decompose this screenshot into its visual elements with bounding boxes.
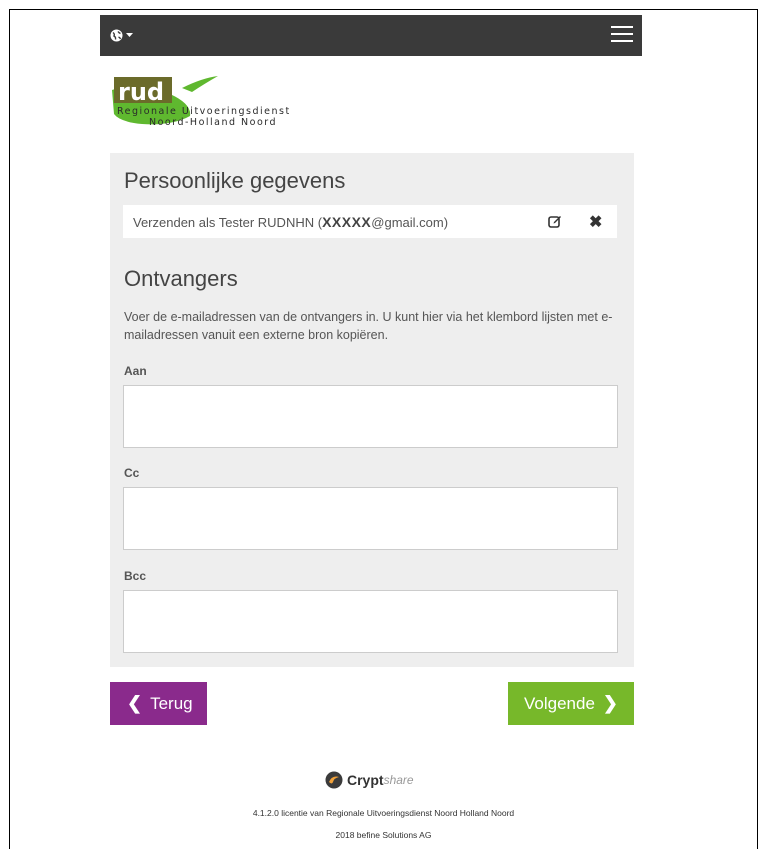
globe-icon (110, 29, 123, 41)
to-label: Aan (124, 364, 147, 378)
recipients-title: Ontvangers (124, 266, 238, 291)
brand-bold: Crypt (347, 772, 384, 788)
brand-italic: share (383, 773, 414, 787)
top-navbar (100, 15, 642, 56)
back-label: Terug (150, 693, 193, 713)
recipients-description: Voer de e-mailadressen van de ontvangers… (124, 310, 613, 342)
next-label: Volgende (524, 693, 595, 713)
caret-down-icon (126, 32, 133, 37)
logo-line-2: Noord-Holland Noord (149, 117, 278, 128)
sender-text: Verzenden als Tester RUDNHN (XXXXX@gmail… (133, 214, 448, 230)
sender-prefix: Verzenden als Tester RUDNHN ( (133, 214, 323, 230)
license-text: 4.1.2.0 licentie van Regionale Uitvoerin… (252, 808, 515, 818)
sender-masked: XXXXX (322, 213, 372, 230)
cc-field[interactable] (123, 487, 618, 550)
edit-icon[interactable] (548, 214, 562, 228)
sender-suffix: @gmail.com) (371, 214, 449, 230)
language-dropdown[interactable] (110, 25, 133, 45)
cryptshare-icon (325, 771, 343, 789)
form-panel: Persoonlijke gegevens Verzenden als Test… (110, 153, 634, 667)
logo-brand: rud (118, 78, 164, 106)
cc-label: Cc (124, 466, 140, 480)
rud-logo: rud Regionale Uitvoeringsdienst Noord-Ho… (112, 74, 322, 134)
bcc-field[interactable] (123, 590, 618, 653)
copyright-text: 2018 befine Solutions AG (335, 830, 432, 840)
logo-line-1: Regionale Uitvoeringsdienst (117, 106, 291, 117)
chevron-left-icon: ❮ (127, 693, 143, 713)
chevron-right-icon: ❯ (602, 693, 618, 713)
hamburger-icon[interactable] (611, 26, 633, 44)
sender-box: Verzenden als Tester RUDNHN (XXXXX@gmail… (123, 205, 617, 238)
close-icon[interactable]: ✖ (589, 212, 602, 232)
bcc-label: Bcc (124, 569, 147, 583)
to-field[interactable] (123, 385, 618, 448)
cryptshare-logo: Crypt share (325, 770, 414, 790)
back-button[interactable]: ❮ Terug (110, 682, 207, 725)
next-button[interactable]: Volgende ❯ (508, 682, 634, 725)
personal-title: Persoonlijke gegevens (124, 168, 346, 193)
